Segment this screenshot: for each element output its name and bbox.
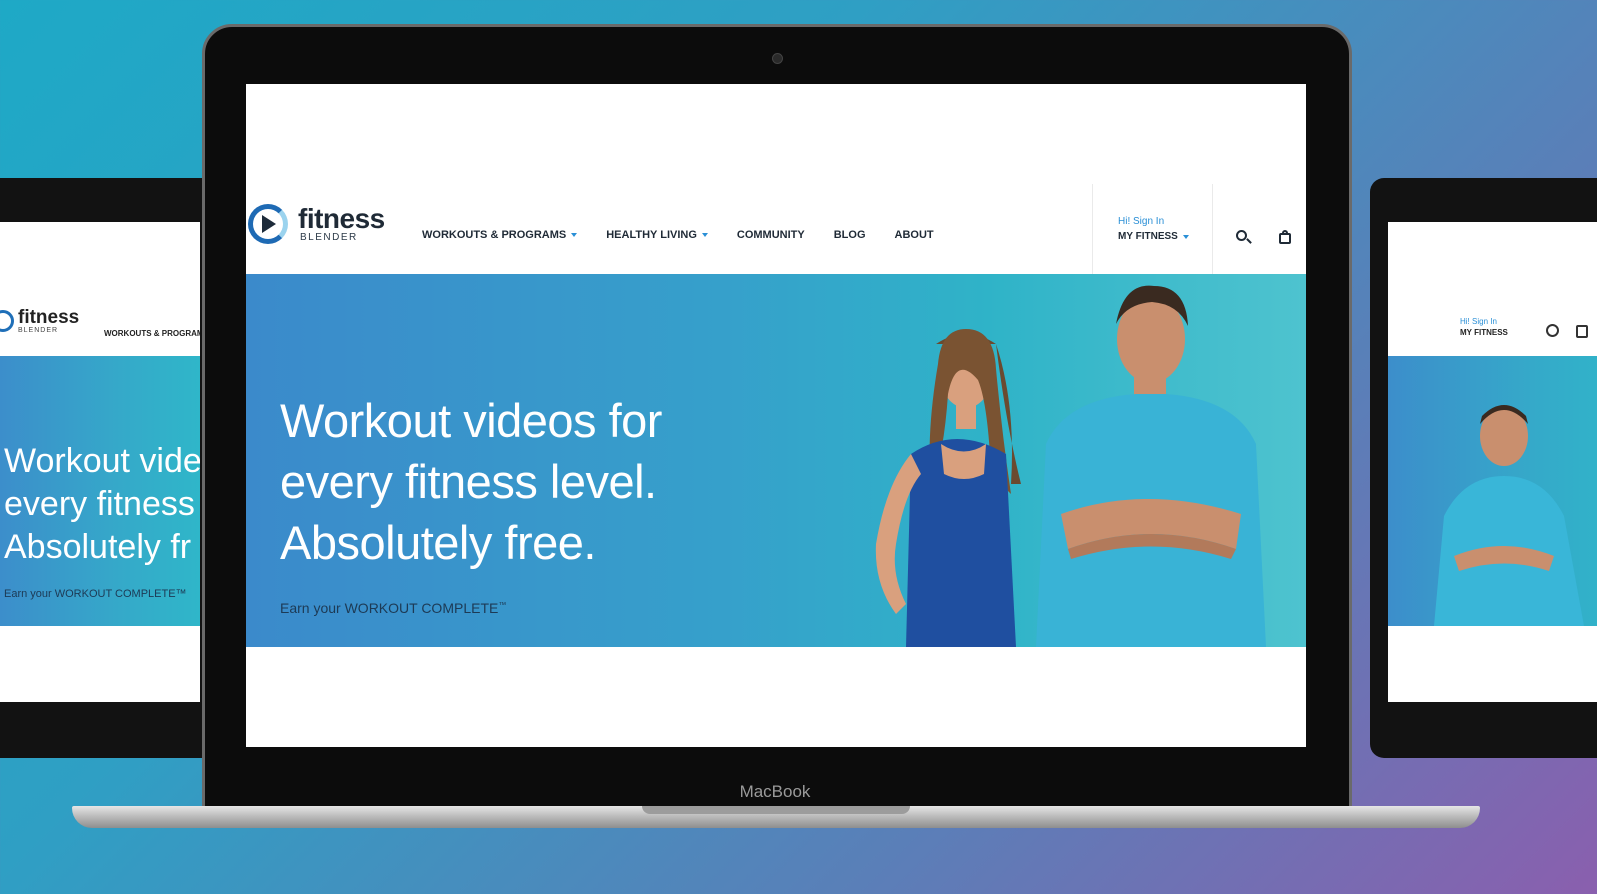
bg-nav-item: WORKOUTS & PROGRAM xyxy=(104,329,200,338)
search-icon xyxy=(1546,324,1559,337)
hero-subtext: Earn your WORKOUT COMPLETE™ xyxy=(280,600,507,616)
background-laptop-left: fitness BLENDER WORKOUTS & PROGRAM Worko… xyxy=(0,178,220,758)
logo-ring-icon xyxy=(0,310,14,332)
bg-logo-word: fitness xyxy=(18,307,80,328)
site-header: fitness BLENDER WORKOUTS & PROGRAMS HEAL… xyxy=(246,184,1306,274)
background-screen-left: fitness BLENDER WORKOUTS & PROGRAM Worko… xyxy=(0,222,200,702)
hero-headline: Workout videos for every fitness level. … xyxy=(280,390,662,573)
background-laptop-right: Hi! Sign In MY FITNESS xyxy=(1370,178,1597,758)
search-icon[interactable] xyxy=(1236,230,1252,244)
bg-my-fitness: MY FITNESS xyxy=(1460,328,1508,337)
chevron-down-icon xyxy=(1182,234,1189,239)
nav-healthy-living[interactable]: HEALTHY LIVING xyxy=(606,229,708,241)
headline-line: every fitness level. xyxy=(280,455,657,508)
headline-line: Absolutely free. xyxy=(280,516,596,569)
camera-icon xyxy=(772,53,783,64)
bg-headline-left: Workout vide every fitness Absolutely fr xyxy=(4,442,200,566)
chevron-down-icon xyxy=(701,233,708,237)
bg-hero-right xyxy=(1388,356,1597,626)
bg-logo-sub: BLENDER xyxy=(18,327,59,334)
shopping-bag-icon[interactable] xyxy=(1279,230,1291,244)
headline-line: Workout videos for xyxy=(280,394,662,447)
bg-signin-link: Hi! Sign In xyxy=(1460,317,1497,326)
bg-logo-left: fitness BLENDER xyxy=(0,308,79,334)
bg-subtext-left: Earn your WORKOUT COMPLETE™ xyxy=(4,588,187,600)
logo-word: fitness xyxy=(298,202,385,234)
laptop-notch xyxy=(642,806,910,814)
account-area: Hi! Sign In MY FITNESS xyxy=(1118,216,1189,242)
hero-man-image xyxy=(1434,405,1584,626)
play-logo-icon xyxy=(248,204,288,244)
background-screen-right: Hi! Sign In MY FITNESS xyxy=(1388,222,1597,702)
nav-about[interactable]: ABOUT xyxy=(895,229,934,241)
my-fitness-menu[interactable]: MY FITNESS xyxy=(1118,231,1189,242)
bg-header-left: fitness BLENDER WORKOUTS & PROGRAM xyxy=(0,222,200,356)
hero-trainers-image xyxy=(875,285,1266,647)
bg-hero-left: Workout vide every fitness Absolutely fr… xyxy=(0,356,200,626)
main-nav: WORKOUTS & PROGRAMS HEALTHY LIVING COMMU… xyxy=(422,229,963,241)
header-divider xyxy=(1212,184,1213,274)
shopping-bag-icon xyxy=(1576,325,1588,338)
chevron-down-icon xyxy=(571,233,578,237)
sign-in-link[interactable]: Hi! Sign In xyxy=(1118,216,1189,227)
browser-screen: fitness BLENDER WORKOUTS & PROGRAMS HEAL… xyxy=(246,84,1306,747)
macbook-label: MacBook xyxy=(739,782,811,801)
nav-workouts-programs[interactable]: WORKOUTS & PROGRAMS xyxy=(422,229,578,241)
nav-blog[interactable]: BLOG xyxy=(834,229,866,241)
hero-banner: Workout videos for every fitness level. … xyxy=(246,274,1306,647)
site-logo[interactable]: fitness BLENDER xyxy=(248,204,385,244)
header-divider xyxy=(1092,184,1093,274)
bg-header-right: Hi! Sign In MY FITNESS xyxy=(1388,222,1597,356)
nav-community[interactable]: COMMUNITY xyxy=(737,229,805,241)
